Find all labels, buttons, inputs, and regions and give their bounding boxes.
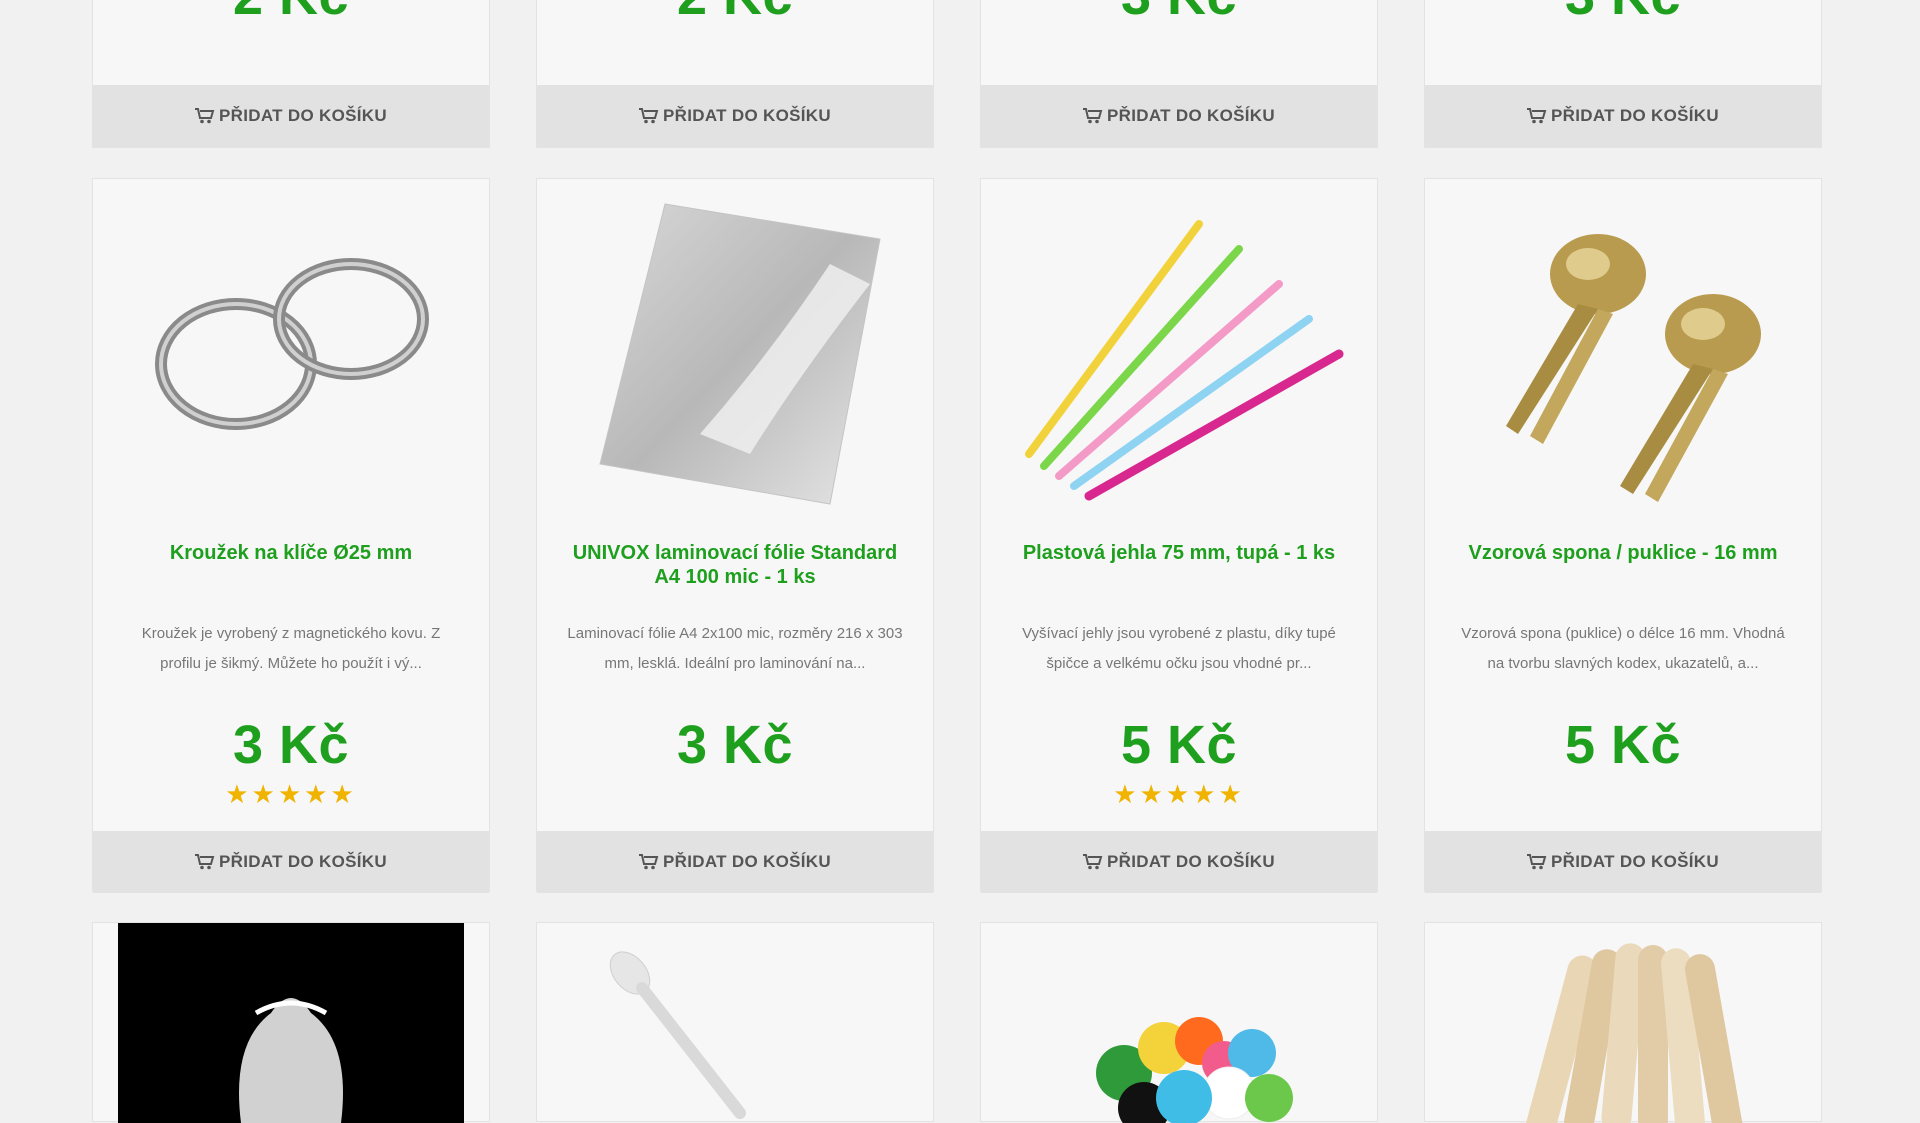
product-price: 5 Kč <box>1120 715 1238 775</box>
cart-icon <box>1083 108 1103 124</box>
product-title[interactable]: Plastová jehla 75 mm, tupá - 1 ks <box>1011 541 1347 565</box>
product-price: 3 Kč <box>676 715 794 775</box>
add-to-cart-label: PŘIDAT DO KOŠÍKU <box>1551 106 1719 125</box>
product-card: 2 Kč PŘIDAT DO KOŠÍKU <box>536 0 934 148</box>
add-to-cart-button[interactable]: PŘIDAT DO KOŠÍKU <box>1425 831 1821 893</box>
add-to-cart-label: PŘIDAT DO KOŠÍKU <box>1107 852 1275 871</box>
product-card: 3 Kč PŘIDAT DO KOŠÍKU <box>980 0 1378 148</box>
pipette-image[interactable] <box>547 923 923 1123</box>
product-description: Vyšívací jehly jsou vyrobené z plastu, d… <box>1022 625 1336 672</box>
product-grid: 2 Kč PŘIDAT DO KOŠÍKU 2 Kč PŘIDAT DO KOŠ… <box>92 0 1826 1123</box>
cart-icon <box>1527 108 1547 124</box>
cart-icon <box>1527 854 1547 870</box>
product-description: Vzorová spona (puklice) o délce 16 mm. V… <box>1461 625 1785 672</box>
rating-stars: ★★★★★ <box>1113 779 1245 809</box>
add-to-cart-label: PŘIDAT DO KOŠÍKU <box>663 106 831 125</box>
product-title[interactable]: UNIVOX laminovací fólie Standard A4 100 … <box>567 541 903 589</box>
product-price: 3 Kč <box>981 0 1377 27</box>
add-to-cart-button[interactable]: PŘIDAT DO KOŠÍKU <box>981 831 1377 893</box>
cart-icon <box>1083 854 1103 870</box>
product-card: UNIVOX laminovací fólie Standard A4 100 … <box>536 178 934 893</box>
product-card: Plastová jehla 75 mm, tupá - 1 ks Vyšíva… <box>980 178 1378 893</box>
product-card: Kroužek na klíče Ø25 mm Kroužek je vyrob… <box>92 178 490 893</box>
plastic-needles-image[interactable] <box>991 189 1367 519</box>
product-card <box>536 922 934 1122</box>
product-description: Kroužek je vyrobený z magnetického kovu.… <box>141 625 441 672</box>
rating-stars: ★★★★★ <box>225 779 357 809</box>
add-to-cart-button[interactable]: PŘIDAT DO KOŠÍKU <box>93 85 489 147</box>
add-to-cart-button[interactable]: PŘIDAT DO KOŠÍKU <box>537 85 933 147</box>
add-to-cart-button[interactable]: PŘIDAT DO KOŠÍKU <box>93 831 489 893</box>
organza-bag-image[interactable] <box>118 923 464 1123</box>
add-to-cart-button[interactable]: PŘIDAT DO KOŠÍKU <box>537 831 933 893</box>
product-price: 3 Kč <box>1425 0 1821 27</box>
product-card: 3 Kč PŘIDAT DO KOŠÍKU <box>1424 0 1822 148</box>
add-to-cart-label: PŘIDAT DO KOŠÍKU <box>219 106 387 125</box>
product-card <box>1424 922 1822 1123</box>
product-title[interactable]: Kroužek na klíče Ø25 mm <box>123 541 459 565</box>
product-card <box>980 922 1378 1123</box>
add-to-cart-label: PŘIDAT DO KOŠÍKU <box>219 852 387 871</box>
product-price: 5 Kč <box>1564 715 1682 775</box>
wooden-sticks-image[interactable] <box>1435 923 1811 1123</box>
product-description: Laminovací fólie A4 2x100 mic, rozměry 2… <box>567 625 903 672</box>
cart-icon <box>195 854 215 870</box>
add-to-cart-label: PŘIDAT DO KOŠÍKU <box>663 852 831 871</box>
add-to-cart-button[interactable]: PŘIDAT DO KOŠÍKU <box>981 85 1377 147</box>
pompoms-image[interactable] <box>991 923 1367 1123</box>
add-to-cart-button[interactable]: PŘIDAT DO KOŠÍKU <box>1425 85 1821 147</box>
product-title[interactable]: Vzorová spona / puklice - 16 mm <box>1455 541 1791 565</box>
product-price: 2 Kč <box>537 0 933 27</box>
product-card: Vzorová spona / puklice - 16 mm Vzorová … <box>1424 178 1822 893</box>
brass-fastener-image[interactable] <box>1435 189 1811 519</box>
add-to-cart-label: PŘIDAT DO KOŠÍKU <box>1551 852 1719 871</box>
cart-icon <box>195 108 215 124</box>
product-price: 3 Kč <box>232 715 350 775</box>
laminating-foil-image[interactable] <box>547 189 923 519</box>
cart-icon <box>639 854 659 870</box>
product-card: 2 Kč PŘIDAT DO KOŠÍKU <box>92 0 490 148</box>
product-card <box>92 922 490 1123</box>
product-price: 2 Kč <box>93 0 489 27</box>
cart-icon <box>639 108 659 124</box>
add-to-cart-label: PŘIDAT DO KOŠÍKU <box>1107 106 1275 125</box>
key-ring-image[interactable] <box>103 189 479 519</box>
